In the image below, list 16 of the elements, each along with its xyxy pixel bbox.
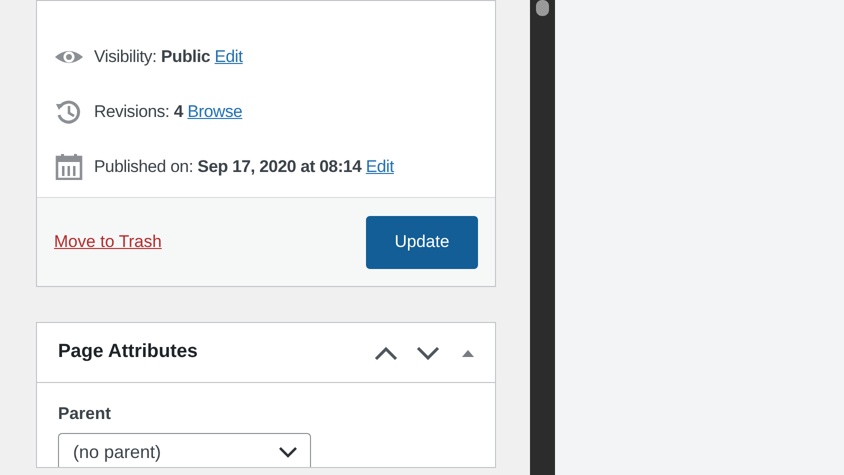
move-to-trash-link[interactable]: Move to Trash xyxy=(54,229,162,255)
meta-text: Revisions: 4 Browse xyxy=(94,100,242,123)
meta-text: Visibility: Public Edit xyxy=(94,46,243,68)
collapse-icon[interactable] xyxy=(461,348,475,358)
parent-label: Parent xyxy=(58,403,112,425)
edit-link[interactable]: Edit xyxy=(214,46,243,66)
calendar-icon xyxy=(54,154,84,180)
meta-text: Published on: Sep 17, 2020 at 08:14 Edit xyxy=(94,156,394,178)
edit-link[interactable]: Edit xyxy=(366,156,394,176)
scroll-thumb[interactable] xyxy=(536,0,549,16)
chevron-down-icon xyxy=(278,446,298,458)
update-button[interactable]: Update xyxy=(366,216,478,268)
parent-select[interactable]: (no parent) xyxy=(58,432,311,466)
browse-link[interactable]: Browse xyxy=(187,102,242,121)
panel-title: Page Attributes xyxy=(58,340,199,364)
scrollbar[interactable] xyxy=(530,0,555,475)
